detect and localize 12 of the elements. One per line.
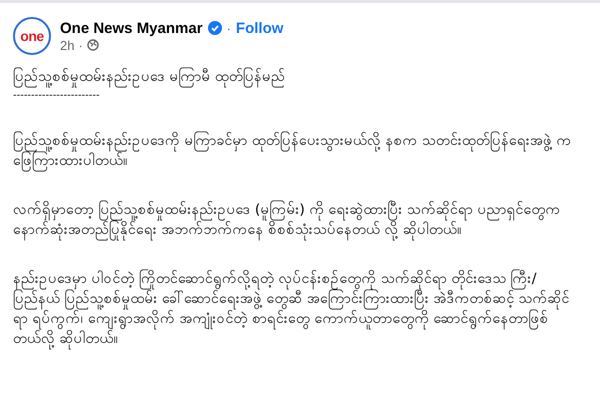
post-time[interactable]: 2h [60, 38, 74, 52]
post-paragraph: နည်းဥပဒေမှာ ပါဝင်တဲ့ ကြိုတင်ဆောင်ရွက်လို့ရတဲ့ လုပ်ငန်းစဉ်တွေကို သက်ဆိုင်ရာ တိုင်းဒေသ ကြီး/ ပြည်နယ် ပြည်သူ့စစ်မှုထမ်း ခေါ်ဆောင်ရေးအဖွဲ့ တွေဆီ အကြောင်းကြားထားပြီး အဲဒီကတစ်ဆင့် သက်ဆိုင် ရာ ရပ်ကွက်၊ ကျေးရွာအလိုက် အကျုံးဝင်တဲ့ စာရင်းတွေ ကောက်ယူတာတွေကို ဆောင်ရွက်နေတာဖြစ်တယ်လို့ ဆိုပါတယ်။ [13, 269, 573, 349]
post-paragraph: ပြည်သူ့စစ်မှုထမ်းနည်းဥပဒေကို မကြာခင်မှာ ထုတ်ပြန်ပေးသွားမယ်လို့ နစက သတင်းထုတ်ပြန်ရေးအဖွဲ့ က ဖြေကြားထားပါတယ်။ [13, 131, 573, 171]
globe-icon [86, 39, 99, 51]
separator-dot: · [226, 20, 231, 36]
post-paragraph: လက်ရှိမှာတော့ ပြည်သူ့စစ်မှုထမ်းနည်းဥပဒေ (မူကြမ်း) ကို ရေးဆွဲထားပြီး သက်ဆိုင်ရာ ပညာရှင်တွေက နောက်ဆုံးအတည်ပြုနိုင်ရေး အဘက်ဘက်ကနေ စိစစ်သုံးသပ်နေတယ် လို့ ဆိုပါတယ်။ [13, 200, 573, 240]
page-logo[interactable]: one [13, 17, 51, 55]
page-name[interactable]: One News Myanmar [60, 20, 203, 36]
post-headline: ပြည်သူ့စစ်မှုထမ်းနည်းဥပဒေ မကြာမီ ထုတ်ပြန်မည် [13, 67, 573, 87]
follow-link[interactable]: Follow [236, 20, 284, 36]
separator-dot: · [78, 38, 83, 52]
divider-text: ------------------------ [13, 90, 101, 102]
